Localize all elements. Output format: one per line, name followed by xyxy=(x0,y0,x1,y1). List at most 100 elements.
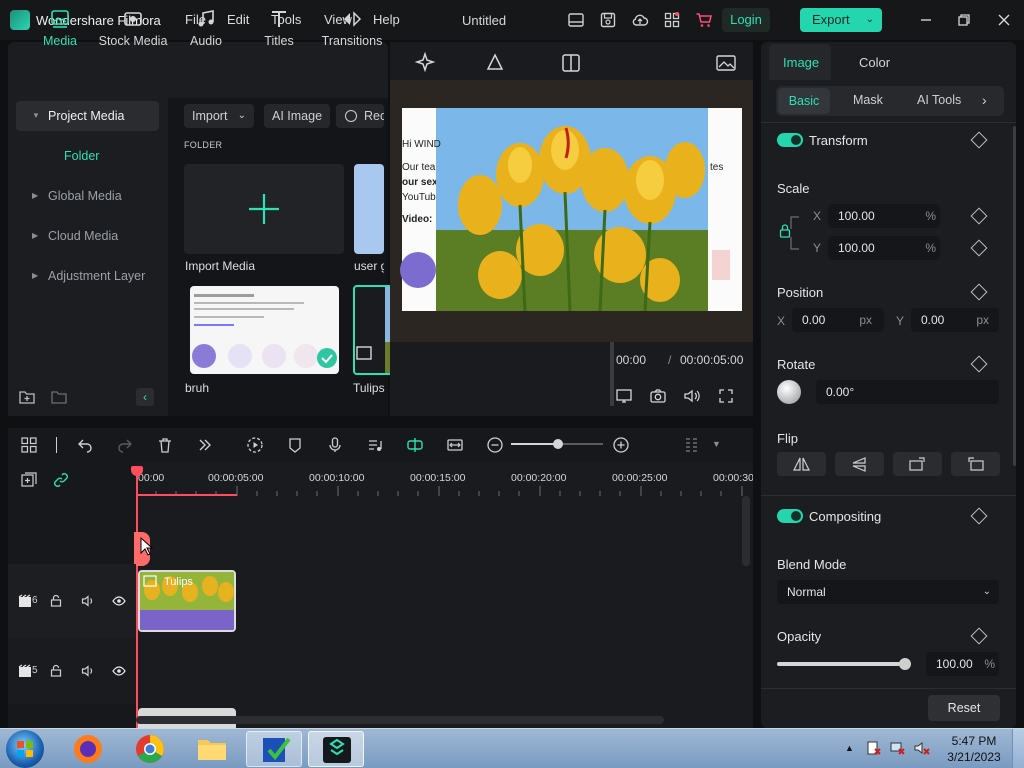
rotate-dial[interactable] xyxy=(777,380,801,404)
volume-muted-icon[interactable] xyxy=(914,740,930,756)
flip-vertical-button[interactable] xyxy=(835,452,884,476)
effects-icon[interactable] xyxy=(414,52,436,74)
speaker-icon[interactable] xyxy=(81,664,95,678)
tab-audio[interactable]: Audio xyxy=(171,8,241,48)
lock-icon[interactable] xyxy=(49,594,63,608)
show-desktop-button[interactable] xyxy=(1012,729,1024,768)
lock-icon[interactable] xyxy=(49,664,63,678)
scale-x-field[interactable]: 100.00 % xyxy=(828,204,940,228)
eye-icon[interactable] xyxy=(112,594,126,608)
show-hidden-icons-icon[interactable]: ▲ xyxy=(845,743,854,753)
firefox-icon[interactable] xyxy=(60,731,116,767)
record-button[interactable]: Rec xyxy=(336,104,384,128)
sidebar-folder[interactable]: Folder xyxy=(64,149,99,163)
properties-scrollbar[interactable] xyxy=(1013,126,1016,466)
tab-color[interactable]: Color xyxy=(859,55,890,70)
delete-icon[interactable] xyxy=(156,436,174,454)
ai-image-button[interactable]: AI Image xyxy=(264,104,331,128)
fit-timeline-icon[interactable] xyxy=(446,436,464,454)
sidebar-item-global-media[interactable]: ▶ Global Media xyxy=(16,181,159,211)
blend-mode-select[interactable]: Normal ⌄ xyxy=(777,580,999,604)
cloud-upload-icon[interactable] xyxy=(631,11,649,29)
subtab-mask[interactable]: Mask xyxy=(853,93,883,107)
opacity-slider-thumb[interactable] xyxy=(899,658,911,670)
scale-y-field[interactable]: 100.00 % xyxy=(828,236,940,260)
snapshot-icon[interactable] xyxy=(649,387,667,405)
add-track-icon[interactable] xyxy=(20,471,38,489)
subtab-basic[interactable]: Basic xyxy=(778,88,830,114)
vertical-scrollbar[interactable] xyxy=(742,496,750,566)
audio-list-icon[interactable] xyxy=(366,436,384,454)
rotate-left-button[interactable] xyxy=(951,452,1000,476)
folder-icon[interactable] xyxy=(50,388,68,406)
sidebar-item-cloud-media[interactable]: ▶ Cloud Media xyxy=(16,221,159,251)
microphone-icon[interactable] xyxy=(326,436,344,454)
media-tile-bruh[interactable] xyxy=(190,286,339,374)
collapse-sidebar-icon[interactable]: ‹ xyxy=(136,388,154,406)
tab-media[interactable]: Media xyxy=(25,8,95,48)
tab-transitions[interactable]: Transitions xyxy=(317,8,387,48)
tab-image[interactable]: Image xyxy=(783,55,819,70)
more-tools-icon[interactable] xyxy=(196,436,214,454)
sidebar-item-project-media[interactable]: ▼ Project Media xyxy=(16,101,159,131)
horizontal-scrollbar[interactable] xyxy=(136,716,664,724)
chevron-right-icon[interactable]: › xyxy=(982,92,987,108)
file-explorer-icon[interactable] xyxy=(184,731,240,767)
taskbar-clock[interactable]: 5:47 PM 3/21/2023 xyxy=(938,733,1010,765)
action-center-icon[interactable] xyxy=(866,740,882,756)
render-preview-icon[interactable] xyxy=(615,387,633,405)
position-y-field[interactable]: 0.00 px xyxy=(911,308,999,332)
subtab-ai-tools[interactable]: AI Tools xyxy=(917,93,961,107)
layout-icon[interactable] xyxy=(567,11,585,29)
transform-toggle[interactable] xyxy=(777,133,803,147)
layout-grid-icon[interactable] xyxy=(20,436,38,454)
start-button[interactable] xyxy=(6,730,44,768)
task-app-checkmark-icon[interactable] xyxy=(246,731,302,767)
tab-stock-media[interactable]: Stock Media xyxy=(98,8,168,48)
new-folder-icon[interactable] xyxy=(18,388,36,406)
zoom-slider-thumb[interactable] xyxy=(553,439,563,449)
cart-icon[interactable] xyxy=(695,11,713,29)
apps-grid-icon[interactable] xyxy=(663,11,681,29)
chevron-down-icon[interactable]: ⌄ xyxy=(866,8,874,32)
track-settings-icon[interactable] xyxy=(684,436,702,454)
save-icon[interactable] xyxy=(599,11,617,29)
network-icon[interactable] xyxy=(890,740,906,756)
flip-horizontal-button[interactable] xyxy=(777,452,826,476)
filmora-taskbar-icon[interactable] xyxy=(308,731,364,767)
marker-icon[interactable] xyxy=(286,436,304,454)
volume-icon[interactable] xyxy=(683,387,701,405)
undo-icon[interactable] xyxy=(76,436,94,454)
minimize-icon[interactable] xyxy=(918,12,934,28)
chrome-icon[interactable] xyxy=(122,731,178,767)
export-button[interactable]: Export ⌄ xyxy=(800,8,882,32)
zoom-in-icon[interactable] xyxy=(612,436,630,454)
position-x-field[interactable]: 0.00 px xyxy=(792,308,884,332)
import-button[interactable]: Import ⌄ xyxy=(184,104,254,128)
tab-titles[interactable]: Titles xyxy=(244,8,314,48)
snap-icon[interactable] xyxy=(406,436,424,454)
lock-ratio-icon[interactable] xyxy=(779,213,801,253)
login-button[interactable]: Login xyxy=(722,8,770,32)
templates-icon[interactable] xyxy=(560,52,582,74)
opacity-field[interactable]: 100.00 % xyxy=(926,652,999,676)
preview-canvas[interactable]: Hi WIND Our team our sex YouTube Video: … xyxy=(390,80,753,342)
zoom-out-icon[interactable] xyxy=(486,436,504,454)
fullscreen-icon[interactable] xyxy=(717,387,735,405)
eye-icon[interactable] xyxy=(112,664,126,678)
caret-down-icon[interactable]: ▼ xyxy=(712,439,721,449)
speaker-icon[interactable] xyxy=(81,594,95,608)
opacity-slider-track[interactable] xyxy=(777,662,905,666)
redo-icon[interactable] xyxy=(116,436,134,454)
media-tile-user[interactable] xyxy=(354,164,384,254)
sidebar-item-adjustment-layer[interactable]: ▶ Adjustment Layer xyxy=(16,261,159,291)
restore-icon[interactable] xyxy=(956,12,972,28)
rotate-right-button[interactable] xyxy=(893,452,942,476)
image-icon[interactable] xyxy=(715,52,737,74)
render-icon[interactable] xyxy=(246,436,264,454)
reset-button[interactable]: Reset xyxy=(928,695,1000,721)
timeline-clip-tulips[interactable]: Tulips xyxy=(138,570,236,632)
import-media-tile[interactable] xyxy=(184,164,344,254)
link-icon[interactable] xyxy=(52,471,70,489)
stickers-icon[interactable] xyxy=(484,52,506,74)
